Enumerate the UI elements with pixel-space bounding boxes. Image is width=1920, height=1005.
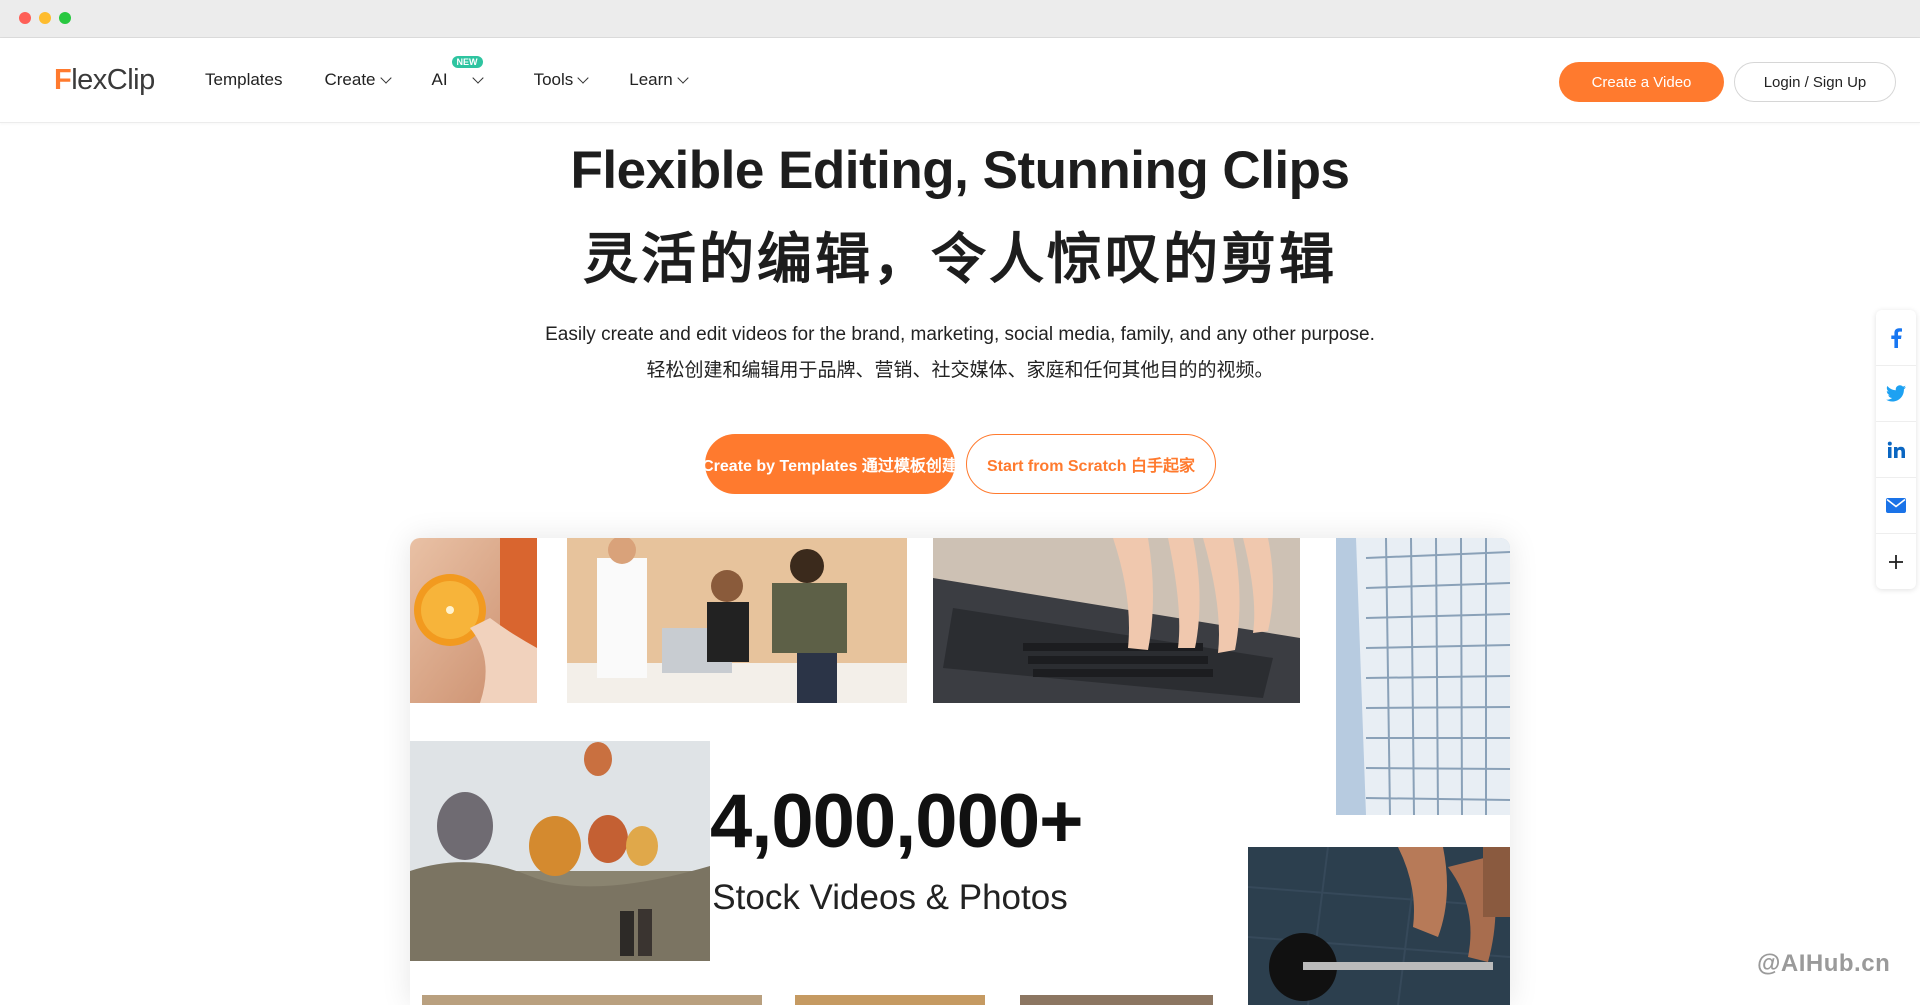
window-titlebar (0, 0, 1920, 38)
facebook-share-button[interactable] (1876, 310, 1916, 366)
photo-orange (410, 538, 537, 703)
chevron-down-icon (471, 72, 484, 84)
stock-media-collage: 4,000,000+ Stock Videos & Photos (410, 538, 1510, 1005)
new-badge: NEW (451, 56, 483, 68)
minimize-window-button[interactable] (39, 12, 51, 24)
flexclip-logo[interactable]: FlexClip (54, 63, 155, 97)
photo-bottom-2 (795, 995, 985, 1005)
linkedin-icon (1887, 441, 1905, 458)
watermark: @AIHub.cn (1757, 950, 1891, 977)
photo-bottom-3 (1020, 995, 1213, 1005)
main-nav: Templates Create AI NEW Tools Learn (205, 38, 729, 122)
nav-item-tools[interactable]: Tools (533, 70, 589, 90)
photo-hot-air-balloons (410, 741, 710, 961)
facebook-icon (1891, 327, 1902, 348)
photo-skyscraper (1336, 538, 1510, 815)
maximize-window-button[interactable] (59, 12, 71, 24)
hero-subtitle: Easily create and edit videos for the br… (545, 324, 1375, 345)
login-signup-button[interactable]: Login / Sign Up (1734, 62, 1896, 102)
more-share-button[interactable] (1876, 534, 1916, 589)
logo-f: F (54, 63, 72, 96)
stock-caption: Stock Videos & Photos (712, 878, 1068, 917)
photo-weightlifting (1248, 847, 1510, 1005)
site-header: FlexClip Templates Create AI NEW Tools L… (0, 38, 1920, 123)
hero-title-cn: 灵活的编辑，令人惊叹的剪辑 (582, 228, 1337, 290)
chevron-down-icon (577, 72, 589, 84)
chevron-down-icon (379, 72, 392, 84)
photo-laptop-typing (933, 538, 1300, 703)
share-sidebar (1876, 310, 1916, 589)
photo-bottom-1 (422, 995, 762, 1005)
stock-count: 4,000,000+ (710, 779, 1084, 864)
nav-label: Create (324, 70, 376, 89)
nav-label: AI (431, 70, 448, 89)
linkedin-share-button[interactable] (1876, 422, 1916, 478)
photo-office-team (567, 538, 907, 703)
nav-item-learn[interactable]: Learn (629, 70, 689, 90)
hero-subtitle-cn: 轻松创建和编辑用于品牌、营销、社交媒体、家庭和任何其他目的的视频。 (646, 360, 1274, 381)
twitter-share-button[interactable] (1876, 366, 1916, 422)
twitter-icon (1886, 385, 1906, 402)
chevron-down-icon (677, 72, 689, 84)
nav-item-create[interactable]: Create (324, 70, 392, 90)
nav-label: Templates (205, 70, 283, 89)
hero-title: Flexible Editing, Stunning Clips (570, 141, 1351, 200)
mail-icon (1886, 498, 1906, 513)
logo-text: lexClip (71, 63, 155, 96)
plus-icon (1889, 554, 1903, 569)
create-video-button[interactable]: Create a Video (1559, 62, 1724, 102)
nav-label: Learn (629, 70, 673, 89)
nav-item-ai[interactable]: AI NEW (431, 56, 484, 90)
email-share-button[interactable] (1876, 478, 1916, 534)
nav-label: Tools (533, 70, 574, 89)
nav-item-templates[interactable]: Templates (205, 70, 282, 90)
close-window-button[interactable] (19, 12, 31, 24)
start-from-scratch-button[interactable]: Start from Scratch 白手起家 (966, 434, 1216, 494)
create-by-templates-button[interactable]: Create by Templates 通过模板创建 (705, 434, 955, 494)
